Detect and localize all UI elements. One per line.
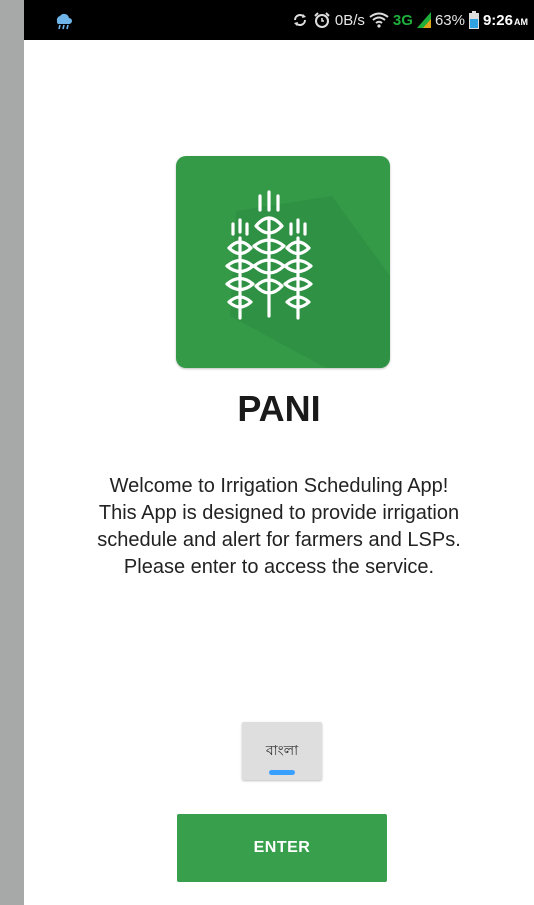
welcome-line: schedule and alert for farmers and LSPs. [97, 529, 461, 551]
network-type: 3G [392, 11, 413, 29]
app-screen: 0B/s 3G 63% 9:26AM PANI Welcome to Irrig… [24, 0, 534, 905]
welcome-line: Welcome to Irrigation Scheduling App! [109, 475, 449, 497]
battery-icon [468, 11, 479, 29]
sync-icon [291, 11, 309, 29]
language-label: বাংলা [265, 743, 299, 759]
toggle-indicator [269, 770, 295, 775]
enter-button[interactable]: ENTER [177, 814, 387, 882]
clock-ampm: AM [514, 16, 528, 27]
device-bezel [0, 0, 24, 905]
alarm-icon [313, 11, 331, 29]
wifi-icon [369, 12, 389, 28]
welcome-line: Please enter to access the service. [123, 556, 435, 578]
status-bar: 0B/s 3G 63% 9:26AM [24, 0, 534, 40]
wheat-icon [225, 190, 390, 368]
status-icons: 0B/s 3G 63% 9:26AM [291, 0, 528, 40]
clock-time: 9:26 [482, 11, 513, 29]
signal-icon [416, 12, 431, 28]
language-toggle-button[interactable]: বাংলা [242, 722, 322, 780]
app-title: PANI [237, 388, 321, 429]
welcome-line: This App is designed to provide irrigati… [98, 502, 460, 524]
battery-percent: 63% [434, 11, 465, 29]
welcome-message: Welcome to Irrigation Scheduling App! Th… [44, 473, 514, 581]
clock: 9:26AM [483, 12, 528, 29]
data-speed: 0B/s [334, 11, 365, 29]
app-logo [176, 156, 390, 368]
cloud-icon [56, 13, 72, 30]
